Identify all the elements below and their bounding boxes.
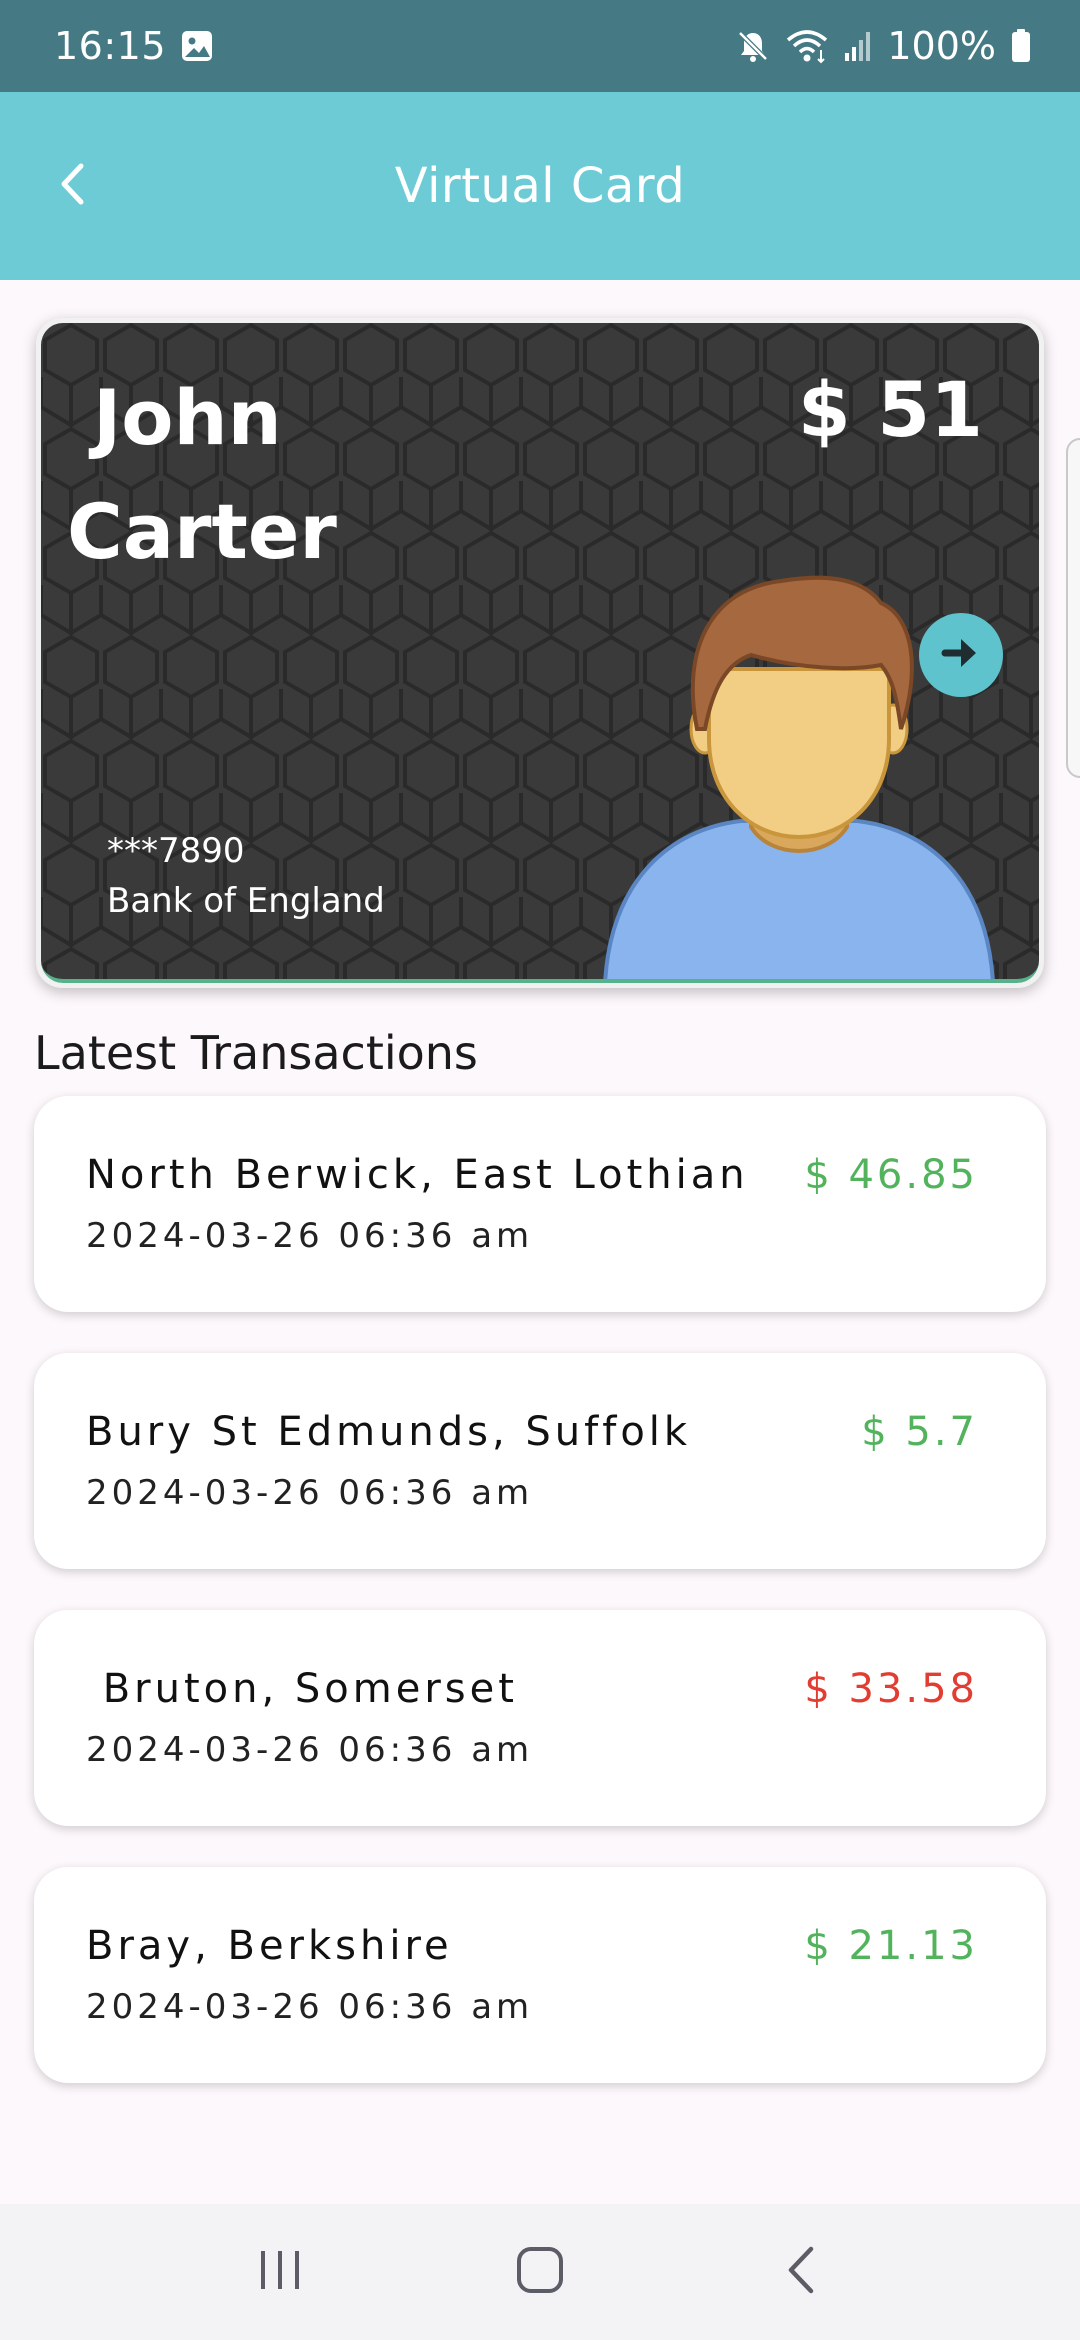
status-bar: 16:15 100% <box>0 0 1080 92</box>
status-time: 16:15 <box>54 24 167 68</box>
app-bar: Virtual Card <box>0 92 1080 280</box>
signal-icon <box>843 29 873 63</box>
virtual-card-frame: John Carter $ 51 ***7890 Bank of England <box>36 318 1044 988</box>
transaction-date: 2024-03-26 06:36 am <box>86 1730 534 1770</box>
transaction-amount: $ 21.13 <box>804 1923 978 1969</box>
mute-icon <box>735 28 771 64</box>
page-title: Virtual Card <box>394 158 686 214</box>
recent-apps-icon <box>255 2247 305 2297</box>
virtual-card[interactable]: John Carter $ 51 ***7890 Bank of England <box>41 323 1039 983</box>
home-button[interactable] <box>480 2222 600 2322</box>
arrow-right-icon <box>941 635 981 675</box>
wifi-icon <box>785 28 829 64</box>
status-right: 100% <box>735 24 1032 68</box>
card-number: ***7890 <box>107 831 245 871</box>
transaction-amount: $ 33.58 <box>804 1666 978 1712</box>
transaction-date: 2024-03-26 06:36 am <box>86 1216 534 1256</box>
transaction-amount: $ 46.85 <box>804 1152 978 1198</box>
holder-last-name: Carter <box>67 487 337 576</box>
battery-icon <box>1010 28 1032 64</box>
battery-percent: 100% <box>887 24 996 68</box>
transaction-place: Bray, Berkshire <box>86 1923 453 1969</box>
transaction-place: Bury St Edmunds, Suffolk <box>86 1409 692 1455</box>
transaction-item[interactable]: Bury St Edmunds, Suffolk 2024-03-26 06:3… <box>34 1353 1046 1569</box>
bank-name: Bank of England <box>107 881 385 921</box>
transaction-place: North Berwick, East Lothian <box>86 1152 749 1198</box>
transaction-date: 2024-03-26 06:36 am <box>86 1987 534 2027</box>
home-icon <box>515 2245 565 2299</box>
image-icon <box>180 29 214 63</box>
transaction-amount: $ 5.7 <box>861 1409 978 1455</box>
card-balance: $ 51 <box>797 365 983 454</box>
status-left: 16:15 <box>54 24 214 68</box>
next-card-peek[interactable] <box>1066 438 1080 778</box>
card-holder-name: John Carter <box>67 361 507 589</box>
transaction-item[interactable]: Bray, Berkshire 2024-03-26 06:36 am $ 21… <box>34 1867 1046 2083</box>
latest-transactions-title: Latest Transactions <box>34 1026 478 1080</box>
transaction-date: 2024-03-26 06:36 am <box>86 1473 534 1513</box>
transaction-item[interactable]: Bruton, Somerset 2024-03-26 06:36 am $ 3… <box>34 1610 1046 1826</box>
transaction-place: Bruton, Somerset <box>86 1666 518 1712</box>
back-button[interactable] <box>40 146 104 226</box>
recent-apps-button[interactable] <box>220 2222 340 2322</box>
transaction-item[interactable]: North Berwick, East Lothian 2024-03-26 0… <box>34 1096 1046 1312</box>
back-icon <box>783 2245 817 2299</box>
card-details-button[interactable] <box>919 613 1003 697</box>
system-back-button[interactable] <box>740 2222 860 2322</box>
chevron-left-icon <box>57 162 87 210</box>
holder-first-name: John <box>93 373 282 462</box>
system-nav-bar <box>0 2204 1080 2340</box>
